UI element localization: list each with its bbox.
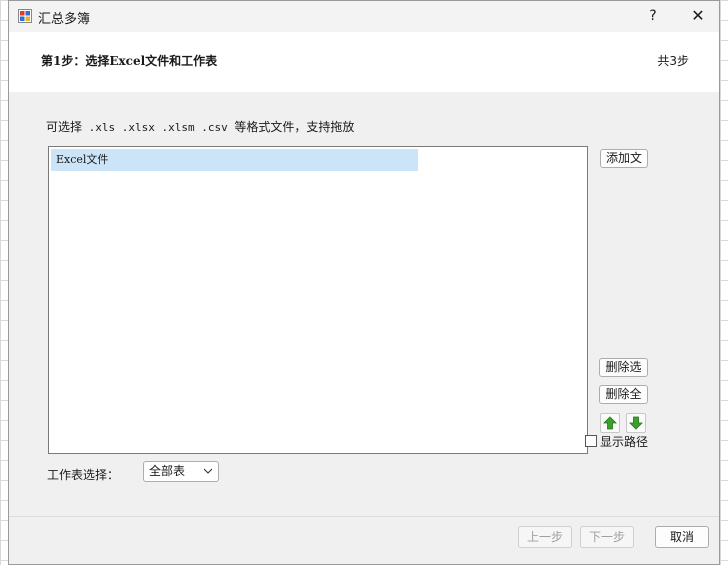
show-path-checkbox[interactable]: 显示路径 [585,433,648,450]
sheet-select-label: 工作表选择： [47,468,120,482]
move-down-button[interactable] [626,413,646,433]
show-path-label: 显示路径 [600,435,649,449]
wizard-header: 第1步：选择Excel文件和工作表 共3步 [9,32,719,92]
down-arrow-icon [629,416,643,430]
file-list[interactable]: Excel文件 [48,146,588,454]
merge-workbooks-dialog: 汇总多簿 ? ✕ 第1步：选择Excel文件和工作表 共3步 可选择 .xls … [8,0,720,565]
delete-selected-button[interactable]: 删除选 [599,358,648,377]
footer-divider [9,516,719,517]
next-button[interactable]: 下一步 [580,526,634,548]
sheet-select-dropdown[interactable]: 全部表 [143,461,219,482]
hint-suffix: 等格式文件，支持拖放 [234,120,355,134]
cancel-button[interactable]: 取消 [655,526,709,548]
up-arrow-icon [603,416,617,430]
hint-prefix: 可选择 [46,120,83,134]
add-file-button[interactable]: 添加文 [600,149,648,168]
step-count: 共3步 [657,54,689,68]
prev-button[interactable]: 上一步 [518,526,572,548]
app-icon [18,9,32,23]
help-button[interactable]: ? [641,5,665,27]
step-title: 第1步：选择Excel文件和工作表 [41,54,218,68]
move-up-button[interactable] [600,413,620,433]
window-title: 汇总多簿 [38,12,91,27]
chevron-down-icon [203,468,213,474]
title-bar: 汇总多簿 ? ✕ [9,1,719,32]
checkbox-box[interactable] [585,435,597,447]
list-item[interactable]: Excel文件 [51,149,418,171]
format-hint: 可选择 .xls .xlsx .xlsm .csv 等格式文件，支持拖放 [46,118,354,135]
close-button[interactable]: ✕ [685,5,711,27]
hint-formats: .xls .xlsx .xlsm .csv [82,121,235,134]
delete-all-button[interactable]: 删除全 [599,385,648,404]
sheet-select-value: 全部表 [149,464,186,478]
